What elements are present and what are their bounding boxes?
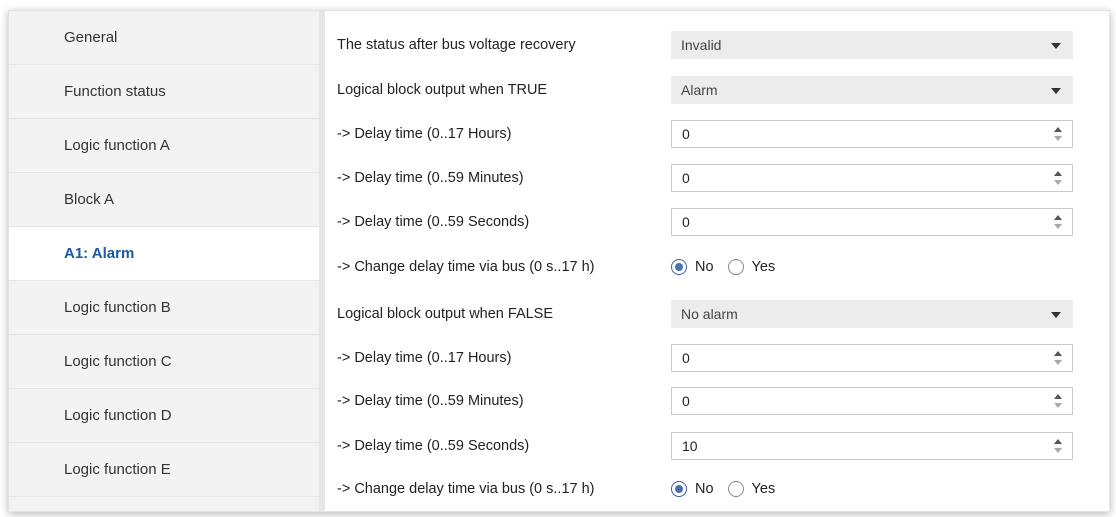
sidebar-item-general[interactable]: General bbox=[9, 11, 319, 65]
false-seconds-input[interactable]: 10 bbox=[671, 432, 1073, 460]
true-seconds-input[interactable]: 0 bbox=[671, 208, 1073, 236]
chevron-down-icon bbox=[1051, 43, 1061, 49]
radio-unselected-icon bbox=[727, 481, 744, 497]
sidebar-item-function-status[interactable]: Function status bbox=[9, 65, 319, 119]
param-row-true-seconds: -> Delay time (0..59 Seconds) 0 bbox=[325, 202, 1109, 242]
parameter-panel: The status after bus voltage recovery In… bbox=[325, 11, 1109, 511]
param-label: -> Delay time (0..17 Hours) bbox=[337, 126, 512, 142]
false-output-select[interactable]: No alarm bbox=[671, 300, 1073, 328]
spin-down-icon[interactable] bbox=[1054, 136, 1062, 141]
spin-up-icon[interactable] bbox=[1054, 439, 1062, 444]
spin-down-icon[interactable] bbox=[1054, 360, 1062, 365]
radio-selected-icon bbox=[671, 481, 687, 497]
param-row-true-change-via-bus: -> Change delay time via bus (0 s..17 h)… bbox=[325, 247, 1109, 287]
select-value: No alarm bbox=[681, 306, 738, 322]
select-value: Alarm bbox=[681, 82, 718, 98]
spinner-value: 0 bbox=[682, 126, 690, 142]
sidebar-item-logic-function-a[interactable]: Logic function A bbox=[9, 119, 319, 173]
param-label: Logical block output when FALSE bbox=[337, 306, 554, 322]
spin-up-icon[interactable] bbox=[1054, 215, 1062, 220]
param-label: -> Delay time (0..59 Seconds) bbox=[337, 214, 530, 230]
param-row-false-output: Logical block output when FALSE No alarm bbox=[325, 294, 1109, 334]
param-row-false-seconds: -> Delay time (0..59 Seconds) 10 bbox=[325, 426, 1109, 466]
param-row-true-hours: -> Delay time (0..17 Hours) 0 bbox=[325, 114, 1109, 154]
chevron-down-icon bbox=[1051, 312, 1061, 318]
sidebar-item-logic-function-c[interactable]: Logic function C bbox=[9, 335, 319, 389]
true-minutes-input[interactable]: 0 bbox=[671, 164, 1073, 192]
radio-selected-icon bbox=[671, 259, 687, 275]
radio-yes[interactable]: Yes bbox=[727, 259, 776, 275]
true-hours-input[interactable]: 0 bbox=[671, 120, 1073, 148]
param-label: -> Delay time (0..17 Hours) bbox=[337, 350, 512, 366]
radio-unselected-icon bbox=[727, 259, 744, 275]
spin-up-icon[interactable] bbox=[1054, 394, 1062, 399]
status-recovery-select[interactable]: Invalid bbox=[671, 31, 1073, 59]
spinner-value: 0 bbox=[682, 393, 690, 409]
param-label: Logical block output when TRUE bbox=[337, 82, 548, 98]
spin-down-icon[interactable] bbox=[1054, 403, 1062, 408]
spin-down-icon[interactable] bbox=[1054, 224, 1062, 229]
chevron-down-icon bbox=[1051, 88, 1061, 94]
radio-no[interactable]: No bbox=[671, 481, 714, 497]
sidebar-item-block-a[interactable]: Block A bbox=[9, 173, 319, 227]
param-row-true-minutes: -> Delay time (0..59 Minutes) 0 bbox=[325, 158, 1109, 198]
false-change-via-bus-radio-group: No Yes bbox=[671, 469, 789, 509]
spinner-value: 0 bbox=[682, 170, 690, 186]
select-value: Invalid bbox=[681, 37, 722, 53]
radio-label: No bbox=[695, 481, 714, 497]
radio-label: Yes bbox=[751, 259, 776, 275]
spin-down-icon[interactable] bbox=[1054, 448, 1062, 453]
spinner-value: 0 bbox=[682, 350, 690, 366]
param-label: The status after bus voltage recovery bbox=[337, 37, 576, 53]
radio-yes[interactable]: Yes bbox=[727, 481, 776, 497]
param-label: -> Change delay time via bus (0 s..17 h) bbox=[337, 259, 595, 275]
spin-up-icon[interactable] bbox=[1054, 127, 1062, 132]
param-row-false-change-via-bus: -> Change delay time via bus (0 s..17 h)… bbox=[325, 469, 1109, 509]
false-minutes-input[interactable]: 0 bbox=[671, 387, 1073, 415]
param-label: -> Delay time (0..59 Seconds) bbox=[337, 438, 530, 454]
true-change-via-bus-radio-group: No Yes bbox=[671, 247, 789, 287]
param-row-status-recovery: The status after bus voltage recovery In… bbox=[325, 25, 1109, 65]
true-output-select[interactable]: Alarm bbox=[671, 76, 1073, 104]
sidebar-item-a1-alarm[interactable]: A1: Alarm bbox=[9, 227, 319, 281]
spin-down-icon[interactable] bbox=[1054, 180, 1062, 185]
spin-up-icon[interactable] bbox=[1054, 351, 1062, 356]
spinner-value: 0 bbox=[682, 214, 690, 230]
param-label: -> Delay time (0..59 Minutes) bbox=[337, 170, 524, 186]
radio-no[interactable]: No bbox=[671, 259, 714, 275]
param-label: -> Delay time (0..59 Minutes) bbox=[337, 393, 524, 409]
param-row-false-hours: -> Delay time (0..17 Hours) 0 bbox=[325, 338, 1109, 378]
sidebar-item-logic-function-e[interactable]: Logic function E bbox=[9, 443, 319, 497]
sidebar-item-logic-function-d[interactable]: Logic function D bbox=[9, 389, 319, 443]
radio-label: Yes bbox=[751, 481, 776, 497]
param-row-false-minutes: -> Delay time (0..59 Minutes) 0 bbox=[325, 381, 1109, 421]
parameter-window: General Function status Logic function A… bbox=[8, 10, 1110, 512]
sidebar: General Function status Logic function A… bbox=[9, 11, 319, 511]
false-hours-input[interactable]: 0 bbox=[671, 344, 1073, 372]
param-row-true-output: Logical block output when TRUE Alarm bbox=[325, 70, 1109, 110]
radio-label: No bbox=[695, 259, 714, 275]
sidebar-item-logic-function-b[interactable]: Logic function B bbox=[9, 281, 319, 335]
param-label: -> Change delay time via bus (0 s..17 h) bbox=[337, 481, 595, 497]
spinner-value: 10 bbox=[682, 438, 698, 454]
spin-up-icon[interactable] bbox=[1054, 171, 1062, 176]
